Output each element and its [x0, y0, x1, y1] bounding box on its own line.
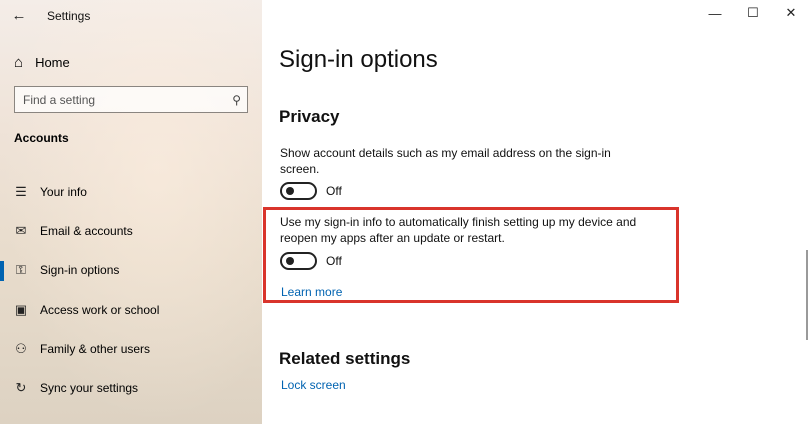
search-input[interactable]	[23, 92, 213, 107]
nav-item-sign-in-options[interactable]: ⚿ Sign-in options	[0, 251, 262, 290]
nav-item-label: Access work or school	[40, 302, 160, 317]
lock-screen-link[interactable]: Lock screen	[281, 378, 346, 392]
toggle-state-label: Off	[326, 254, 342, 268]
section-label-accounts: Accounts	[14, 131, 69, 145]
page-title: Sign-in options	[279, 46, 438, 73]
nav-home[interactable]: ⌂ Home	[14, 53, 70, 71]
maximize-icon[interactable]: ☐	[734, 0, 772, 26]
back-arrow-icon[interactable]: ←	[8, 4, 30, 26]
privacy-heading: Privacy	[279, 107, 340, 126]
nav-home-label: Home	[35, 54, 70, 70]
related-settings-heading: Related settings	[279, 349, 411, 368]
nav-item-email-accounts[interactable]: ✉ Email & accounts	[0, 211, 262, 250]
main-content: — ☐ ✕ Sign-in options Privacy Show accou…	[262, 0, 810, 424]
search-box[interactable]: ⚲	[14, 86, 248, 113]
nav-item-label: Email & accounts	[40, 223, 133, 238]
toggle-state-label: Off	[326, 184, 342, 198]
nav-item-your-info[interactable]: ☰ Your info	[0, 172, 262, 211]
scrollbar[interactable]	[806, 250, 808, 340]
use-sign-in-info-description: Use my sign-in info to automatically fin…	[280, 215, 637, 245]
window-controls: — ☐ ✕	[696, 0, 810, 26]
show-account-details-description: Show account details such as my email ad…	[280, 146, 611, 176]
use-sign-in-info-row: Off	[280, 252, 342, 270]
close-icon[interactable]: ✕	[772, 0, 810, 26]
sync-icon: ↻	[15, 380, 27, 396]
app-title: Settings	[47, 9, 91, 23]
toggle-knob	[286, 187, 294, 195]
mail-icon: ✉	[15, 222, 27, 238]
nav-item-label: Family & other users	[40, 341, 151, 356]
search-icon[interactable]: ⚲	[232, 93, 241, 107]
sidebar: ← Settings ⌂ Home ⚲ Accounts ☰ Your info…	[0, 0, 262, 424]
nav-list: ☰ Your info ✉ Email & accounts ⚿ Sign-in…	[0, 172, 262, 408]
nav-item-sync-settings[interactable]: ↻ Sync your settings	[0, 368, 262, 407]
people-icon: ⚇	[15, 340, 27, 356]
show-account-details-toggle[interactable]	[280, 182, 317, 200]
person-list-icon: ☰	[15, 183, 27, 199]
home-icon: ⌂	[14, 53, 24, 71]
nav-item-label: Sync your settings	[40, 381, 139, 396]
toggle-knob	[286, 257, 294, 265]
nav-item-label: Your info	[40, 184, 87, 199]
nav-item-access-work-school[interactable]: ▣ Access work or school	[0, 290, 262, 329]
nav-item-family-users[interactable]: ⚇ Family & other users	[0, 329, 262, 368]
key-icon: ⚿	[16, 262, 26, 278]
nav-item-label: Sign-in options	[40, 263, 120, 278]
minimize-icon[interactable]: —	[696, 0, 734, 26]
learn-more-link[interactable]: Learn more	[281, 285, 342, 299]
briefcase-icon: ▣	[14, 301, 28, 317]
show-account-details-row: Off	[280, 182, 342, 200]
use-sign-in-info-toggle[interactable]	[280, 252, 317, 270]
